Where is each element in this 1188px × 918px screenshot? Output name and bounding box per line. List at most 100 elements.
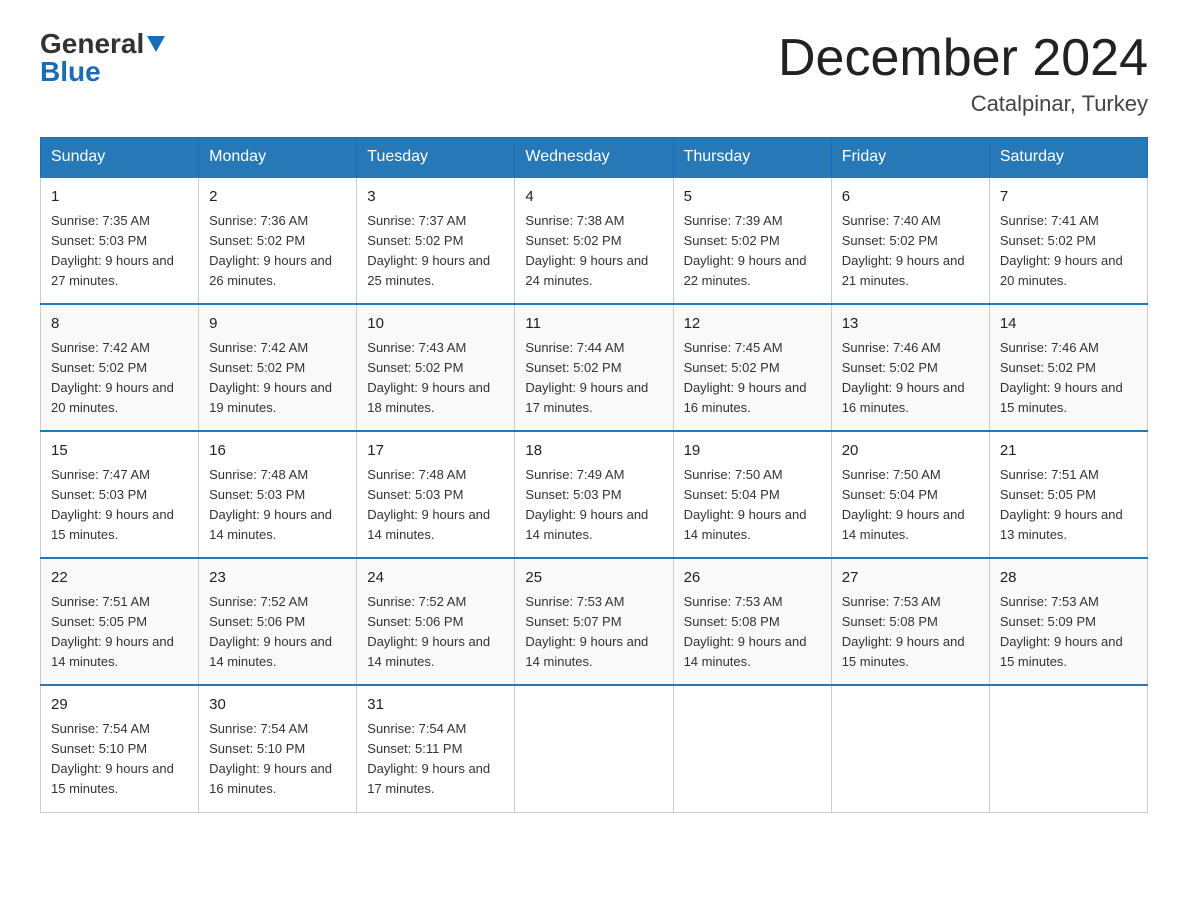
day-number: 1 xyxy=(51,186,188,209)
sunset-label: Sunset: xyxy=(209,233,257,248)
sunrise-time: 7:48 AM xyxy=(419,467,467,482)
day-number: 27 xyxy=(842,567,979,590)
daylight-label: Daylight: xyxy=(684,507,738,522)
sunrise-label: Sunrise: xyxy=(367,721,418,736)
sunset-time: 5:03 PM xyxy=(257,487,305,502)
sunset-time: 5:02 PM xyxy=(889,360,937,375)
day-number: 23 xyxy=(209,567,346,590)
calendar-week-row: 8 Sunrise: 7:42 AM Sunset: 5:02 PM Dayli… xyxy=(41,304,1148,431)
day-number: 16 xyxy=(209,440,346,463)
day-info: Sunrise: 7:35 AM Sunset: 5:03 PM Dayligh… xyxy=(51,211,188,292)
day-info: Sunrise: 7:48 AM Sunset: 5:03 PM Dayligh… xyxy=(209,465,346,546)
daylight-label: Daylight: xyxy=(209,634,263,649)
daylight-label: Daylight: xyxy=(684,253,738,268)
day-number: 28 xyxy=(1000,567,1137,590)
sunrise-label: Sunrise: xyxy=(209,340,260,355)
daylight-label: Daylight: xyxy=(51,761,105,776)
sunrise-time: 7:50 AM xyxy=(893,467,941,482)
sunrise-time: 7:46 AM xyxy=(893,340,941,355)
calendar-day-cell: 27 Sunrise: 7:53 AM Sunset: 5:08 PM Dayl… xyxy=(831,558,989,685)
sunrise-label: Sunrise: xyxy=(209,594,260,609)
sunrise-time: 7:53 AM xyxy=(577,594,625,609)
calendar-day-cell: 28 Sunrise: 7:53 AM Sunset: 5:09 PM Dayl… xyxy=(989,558,1147,685)
sunset-time: 5:02 PM xyxy=(889,233,937,248)
sunrise-label: Sunrise: xyxy=(842,467,893,482)
sunrise-time: 7:42 AM xyxy=(102,340,150,355)
calendar-day-cell: 6 Sunrise: 7:40 AM Sunset: 5:02 PM Dayli… xyxy=(831,177,989,304)
day-info: Sunrise: 7:50 AM Sunset: 5:04 PM Dayligh… xyxy=(842,465,979,546)
daylight-label: Daylight: xyxy=(1000,507,1054,522)
day-number: 19 xyxy=(684,440,821,463)
day-info: Sunrise: 7:52 AM Sunset: 5:06 PM Dayligh… xyxy=(367,592,504,673)
day-info: Sunrise: 7:51 AM Sunset: 5:05 PM Dayligh… xyxy=(1000,465,1137,546)
daylight-label: Daylight: xyxy=(367,761,421,776)
daylight-label: Daylight: xyxy=(684,634,738,649)
sunrise-label: Sunrise: xyxy=(684,213,735,228)
sunset-time: 5:02 PM xyxy=(1048,360,1096,375)
calendar-day-cell: 16 Sunrise: 7:48 AM Sunset: 5:03 PM Dayl… xyxy=(199,431,357,558)
sunset-label: Sunset: xyxy=(209,487,257,502)
sunrise-time: 7:44 AM xyxy=(577,340,625,355)
calendar-header: Sunday Monday Tuesday Wednesday Thursday… xyxy=(41,138,1148,178)
day-number: 17 xyxy=(367,440,504,463)
sunset-label: Sunset: xyxy=(684,614,732,629)
calendar-day-cell: 22 Sunrise: 7:51 AM Sunset: 5:05 PM Dayl… xyxy=(41,558,199,685)
day-info: Sunrise: 7:43 AM Sunset: 5:02 PM Dayligh… xyxy=(367,338,504,419)
calendar-table: Sunday Monday Tuesday Wednesday Thursday… xyxy=(40,137,1148,812)
calendar-day-cell xyxy=(989,685,1147,812)
sunset-label: Sunset: xyxy=(684,233,732,248)
sunset-time: 5:10 PM xyxy=(99,741,147,756)
sunset-label: Sunset: xyxy=(1000,487,1048,502)
header-tuesday: Tuesday xyxy=(357,138,515,178)
sunrise-label: Sunrise: xyxy=(51,340,102,355)
calendar-week-row: 1 Sunrise: 7:35 AM Sunset: 5:03 PM Dayli… xyxy=(41,177,1148,304)
day-info: Sunrise: 7:45 AM Sunset: 5:02 PM Dayligh… xyxy=(684,338,821,419)
sunset-time: 5:02 PM xyxy=(731,233,779,248)
day-info: Sunrise: 7:42 AM Sunset: 5:02 PM Dayligh… xyxy=(51,338,188,419)
day-info: Sunrise: 7:48 AM Sunset: 5:03 PM Dayligh… xyxy=(367,465,504,546)
sunset-label: Sunset: xyxy=(367,233,415,248)
day-number: 29 xyxy=(51,694,188,717)
day-number: 25 xyxy=(525,567,662,590)
sunset-label: Sunset: xyxy=(525,487,573,502)
sunrise-time: 7:52 AM xyxy=(260,594,308,609)
calendar-day-cell: 4 Sunrise: 7:38 AM Sunset: 5:02 PM Dayli… xyxy=(515,177,673,304)
daylight-label: Daylight: xyxy=(525,507,579,522)
day-number: 8 xyxy=(51,313,188,336)
location-subtitle: Catalpinar, Turkey xyxy=(778,91,1148,117)
sunrise-time: 7:39 AM xyxy=(735,213,783,228)
daylight-label: Daylight: xyxy=(209,380,263,395)
daylight-label: Daylight: xyxy=(684,380,738,395)
daylight-label: Daylight: xyxy=(367,380,421,395)
day-number: 6 xyxy=(842,186,979,209)
day-number: 20 xyxy=(842,440,979,463)
sunset-label: Sunset: xyxy=(842,614,890,629)
sunset-label: Sunset: xyxy=(209,741,257,756)
sunset-label: Sunset: xyxy=(842,233,890,248)
daylight-label: Daylight: xyxy=(525,380,579,395)
calendar-day-cell: 8 Sunrise: 7:42 AM Sunset: 5:02 PM Dayli… xyxy=(41,304,199,431)
sunrise-label: Sunrise: xyxy=(51,721,102,736)
sunrise-label: Sunrise: xyxy=(684,594,735,609)
day-info: Sunrise: 7:53 AM Sunset: 5:09 PM Dayligh… xyxy=(1000,592,1137,673)
sunrise-label: Sunrise: xyxy=(367,467,418,482)
sunrise-label: Sunrise: xyxy=(684,340,735,355)
sunrise-label: Sunrise: xyxy=(51,467,102,482)
calendar-day-cell: 24 Sunrise: 7:52 AM Sunset: 5:06 PM Dayl… xyxy=(357,558,515,685)
sunrise-label: Sunrise: xyxy=(51,594,102,609)
calendar-day-cell: 2 Sunrise: 7:36 AM Sunset: 5:02 PM Dayli… xyxy=(199,177,357,304)
day-info: Sunrise: 7:38 AM Sunset: 5:02 PM Dayligh… xyxy=(525,211,662,292)
sunrise-time: 7:50 AM xyxy=(735,467,783,482)
logo-triangle-icon xyxy=(147,36,165,56)
sunrise-time: 7:53 AM xyxy=(735,594,783,609)
sunrise-time: 7:35 AM xyxy=(102,213,150,228)
calendar-body: 1 Sunrise: 7:35 AM Sunset: 5:03 PM Dayli… xyxy=(41,177,1148,812)
calendar-day-cell: 3 Sunrise: 7:37 AM Sunset: 5:02 PM Dayli… xyxy=(357,177,515,304)
sunrise-label: Sunrise: xyxy=(209,213,260,228)
header-wednesday: Wednesday xyxy=(515,138,673,178)
calendar-day-cell: 18 Sunrise: 7:49 AM Sunset: 5:03 PM Dayl… xyxy=(515,431,673,558)
sunrise-label: Sunrise: xyxy=(367,594,418,609)
sunrise-time: 7:42 AM xyxy=(260,340,308,355)
sunset-time: 5:08 PM xyxy=(889,614,937,629)
day-info: Sunrise: 7:46 AM Sunset: 5:02 PM Dayligh… xyxy=(842,338,979,419)
